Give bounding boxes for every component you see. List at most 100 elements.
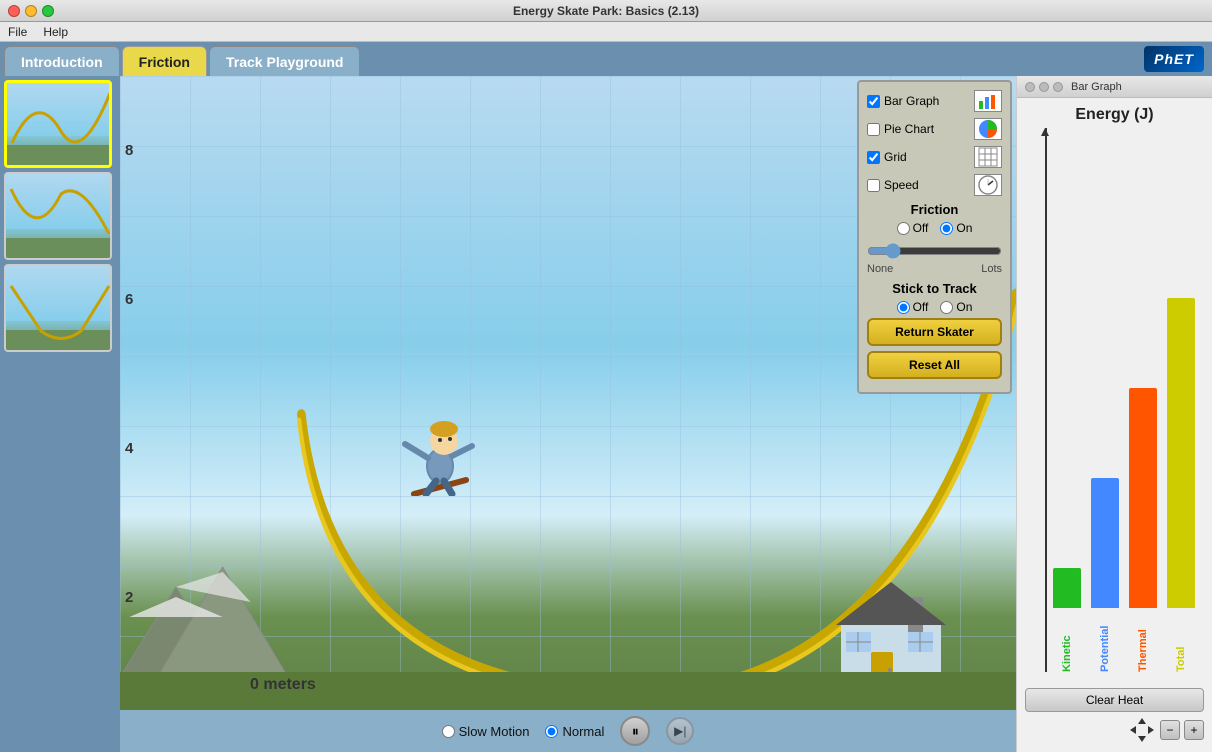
- minimize-button[interactable]: [25, 5, 37, 17]
- bar-graph-checkbox[interactable]: [867, 95, 880, 108]
- bar-total: [1167, 298, 1195, 608]
- bar-chart-y-axis: [1045, 128, 1047, 672]
- stick-to-track-label: Stick to Track: [867, 281, 1002, 296]
- window-title: Energy Skate Park: Basics (2.13): [513, 4, 699, 18]
- zoom-arrows-icon: [1128, 716, 1156, 744]
- pie-chart-icon: [974, 118, 1002, 140]
- zoom-plus-button[interactable]: +: [1184, 720, 1204, 740]
- ground-label: 0 meters: [250, 676, 316, 694]
- speed-icon: [974, 174, 1002, 196]
- normal-radio-group: Normal: [545, 724, 604, 739]
- pause-button[interactable]: ⏸: [620, 716, 650, 746]
- left-panel: [0, 76, 120, 752]
- pie-chart-row: Pie Chart: [867, 118, 1002, 140]
- reset-all-button[interactable]: Reset All: [867, 351, 1002, 379]
- bar-kinetic: [1053, 568, 1081, 608]
- friction-on-label[interactable]: On: [940, 221, 972, 235]
- slow-motion-radio[interactable]: [442, 725, 455, 738]
- speed-row: Speed: [867, 174, 1002, 196]
- bar-chart-arrow: [1041, 128, 1049, 136]
- title-bar: Energy Skate Park: Basics (2.13): [0, 0, 1212, 22]
- slow-motion-label: Slow Motion: [459, 724, 530, 739]
- pause-icon: ⏸: [632, 723, 639, 740]
- help-menu[interactable]: Help: [43, 25, 68, 39]
- speed-label[interactable]: Speed: [867, 178, 919, 192]
- bar-item-thermal: Thermal: [1129, 388, 1157, 672]
- bg-btn-1[interactable]: [1025, 82, 1035, 92]
- tab-introduction[interactable]: Introduction: [4, 46, 120, 76]
- bar-graph-panel: Bar Graph Energy (J) Kinetic Potential The…: [1016, 76, 1212, 752]
- bar-label-kinetic: Kinetic: [1061, 612, 1073, 672]
- normal-radio[interactable]: [545, 725, 558, 738]
- tab-friction[interactable]: Friction: [122, 46, 207, 76]
- bar-label-thermal: Thermal: [1137, 612, 1149, 672]
- sim-canvas: 2 4 6 8: [120, 76, 1016, 752]
- window-controls[interactable]: [8, 5, 54, 17]
- friction-off-label[interactable]: Off: [897, 221, 929, 235]
- zoom-plus-icon: +: [1190, 723, 1197, 737]
- slow-motion-radio-group: Slow Motion: [442, 724, 530, 739]
- stick-radio-row: Off On: [867, 300, 1002, 314]
- file-menu[interactable]: File: [8, 25, 27, 39]
- step-button[interactable]: ▶|: [666, 717, 694, 745]
- track-thumb-3[interactable]: [4, 264, 112, 352]
- bar-potential: [1091, 478, 1119, 608]
- stick-off-radio[interactable]: [897, 301, 910, 314]
- bar-item-total: Total: [1167, 298, 1195, 672]
- clear-heat-button[interactable]: Clear Heat: [1025, 688, 1204, 712]
- bg-btn-3[interactable]: [1053, 82, 1063, 92]
- bar-graph-title-bar: Bar Graph: [1017, 76, 1212, 98]
- bar-chart-area: Kinetic Potential Thermal Total: [1025, 128, 1204, 672]
- bar-label-potential: Potential: [1099, 612, 1111, 672]
- grid-checkbox[interactable]: [867, 151, 880, 164]
- normal-label: Normal: [562, 724, 604, 739]
- tab-bar: Introduction Friction Track Playground P…: [0, 42, 1212, 76]
- friction-on-radio[interactable]: [940, 222, 953, 235]
- friction-slider[interactable]: [867, 243, 1002, 259]
- stick-on-radio[interactable]: [940, 301, 953, 314]
- stick-off-label[interactable]: Off: [897, 300, 929, 314]
- playback-bar: Slow Motion Normal ⏸ ▶|: [120, 710, 1016, 752]
- slider-labels: None Lots: [867, 263, 1002, 275]
- grid-row: Grid: [867, 146, 1002, 168]
- grid-label[interactable]: Grid: [867, 150, 907, 164]
- bg-btn-2[interactable]: [1039, 82, 1049, 92]
- zoom-minus-icon: −: [1166, 723, 1173, 737]
- bar-graph-label[interactable]: Bar Graph: [867, 94, 939, 108]
- pie-chart-checkbox[interactable]: [867, 123, 880, 136]
- speed-checkbox[interactable]: [867, 179, 880, 192]
- bar-label-total: Total: [1175, 612, 1187, 672]
- skater: [400, 396, 480, 486]
- zoom-controls: − +: [1025, 716, 1204, 744]
- grid-icon: [974, 146, 1002, 168]
- energy-label: Energy (J): [1025, 106, 1204, 124]
- phet-logo: PhET: [1144, 46, 1204, 72]
- close-button[interactable]: [8, 5, 20, 17]
- bar-thermal: [1129, 388, 1157, 608]
- sim-area: 2 4 6 8: [0, 76, 1212, 752]
- maximize-button[interactable]: [42, 5, 54, 17]
- bar-graph-row: Bar Graph: [867, 90, 1002, 112]
- step-icon: ▶|: [674, 724, 686, 738]
- stick-on-label[interactable]: On: [940, 300, 972, 314]
- track-thumb-1[interactable]: [4, 80, 112, 168]
- control-panel: Bar Graph Pie Chart: [857, 80, 1012, 394]
- bar-graph-icon: [974, 90, 1002, 112]
- bg-bottom: Clear Heat − +: [1017, 684, 1212, 752]
- tab-track-playground[interactable]: Track Playground: [209, 46, 360, 76]
- pie-chart-label[interactable]: Pie Chart: [867, 122, 934, 136]
- bar-item-potential: Potential: [1091, 478, 1119, 672]
- bg-window-controls[interactable]: [1025, 82, 1063, 92]
- friction-radio-row: Off On: [867, 221, 1002, 235]
- bar-item-kinetic: Kinetic: [1053, 568, 1081, 672]
- track-thumb-2[interactable]: [4, 172, 112, 260]
- friction-off-radio[interactable]: [897, 222, 910, 235]
- friction-section-label: Friction: [867, 202, 1002, 217]
- return-skater-button[interactable]: Return Skater: [867, 318, 1002, 346]
- bg-content: Energy (J) Kinetic Potential Thermal Total: [1017, 98, 1212, 684]
- bar-graph-title: Bar Graph: [1071, 81, 1122, 93]
- menu-bar: File Help: [0, 22, 1212, 42]
- house: [836, 577, 956, 677]
- bars-container: Kinetic Potential Thermal Total: [1053, 312, 1195, 672]
- zoom-minus-button[interactable]: −: [1160, 720, 1180, 740]
